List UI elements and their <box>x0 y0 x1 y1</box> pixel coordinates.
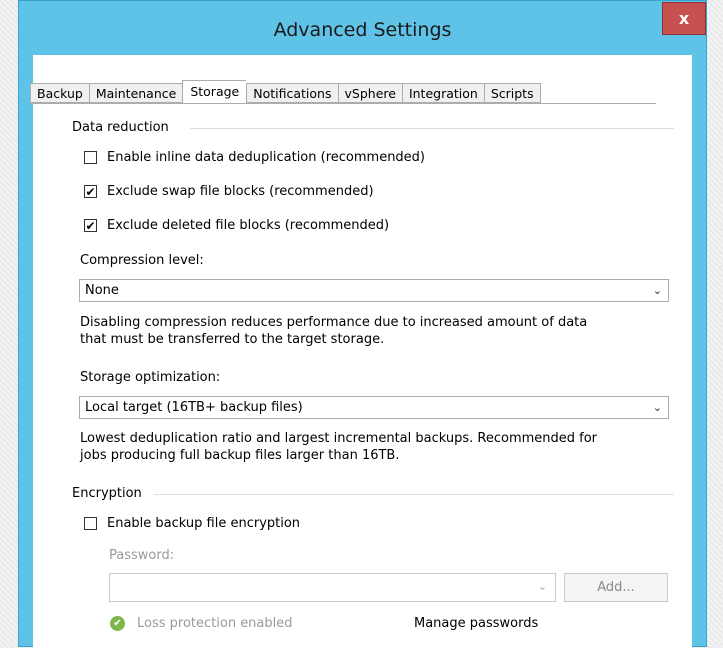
close-icon: x <box>678 9 690 28</box>
checkmark-icon: ✔ <box>85 184 96 199</box>
storage-optimization-description-line1: Lowest deduplication ratio and largest i… <box>80 431 598 446</box>
tab-vsphere[interactable]: vSphere <box>337 83 402 103</box>
tab-strip: Backup Maintenance Storage Notifications… <box>30 80 541 104</box>
desktop-background-right <box>707 0 723 647</box>
password-label: Password: <box>109 548 175 563</box>
desktop-background-left <box>0 0 18 647</box>
encryption-group-label: Encryption <box>72 486 148 501</box>
compression-level-value: None <box>85 283 119 298</box>
window-title: Advanced Settings <box>273 19 452 41</box>
tab-backup[interactable]: Backup <box>30 83 89 103</box>
exclude-swap-checkbox[interactable]: ✔ <box>84 185 97 198</box>
exclude-deleted-checkbox[interactable]: ✔ <box>84 219 97 232</box>
title-bar[interactable]: Advanced Settings x <box>19 1 706 55</box>
storage-optimization-description-line2: jobs producing full backup files larger … <box>80 448 400 463</box>
enable-encryption-checkbox[interactable] <box>84 517 97 530</box>
chevron-down-icon: ⌄ <box>537 580 547 593</box>
storage-optimization-label: Storage optimization: <box>80 370 221 385</box>
manage-passwords-link[interactable]: Manage passwords <box>414 616 538 631</box>
chevron-down-icon: ⌄ <box>652 401 662 414</box>
inline-dedup-label: Enable inline data deduplication (recomm… <box>107 150 426 165</box>
storage-optimization-description: Lowest deduplication ratio and largest i… <box>80 430 597 464</box>
tab-scripts[interactable]: Scripts <box>483 83 541 103</box>
compression-level-dropdown[interactable]: None ⌄ <box>79 279 669 302</box>
compression-level-label: Compression level: <box>80 253 204 268</box>
tab-notifications[interactable]: Notifications <box>246 83 338 103</box>
loss-protection-status: Loss protection enabled <box>137 616 293 631</box>
tab-maintenance[interactable]: Maintenance <box>88 83 183 103</box>
compression-description-line1: Disabling compression reduces performanc… <box>80 315 588 330</box>
exclude-deleted-option[interactable]: ✔ Exclude deleted file blocks (recommend… <box>84 218 389 233</box>
chevron-down-icon: ⌄ <box>652 284 662 297</box>
check-circle-icon: ✔ <box>110 616 125 631</box>
data-reduction-group-label: Data reduction <box>72 120 175 135</box>
add-password-button[interactable]: Add... <box>564 573 668 602</box>
data-reduction-divider <box>190 128 674 129</box>
storage-optimization-value: Local target (16TB+ backup files) <box>85 400 303 415</box>
storage-optimization-dropdown[interactable]: Local target (16TB+ backup files) ⌄ <box>79 396 669 419</box>
tab-integration[interactable]: Integration <box>401 83 484 103</box>
exclude-deleted-label: Exclude deleted file blocks (recommended… <box>107 218 390 233</box>
compression-description: Disabling compression reduces performanc… <box>80 314 587 348</box>
checkmark-icon: ✔ <box>85 218 96 233</box>
close-button[interactable]: x <box>662 2 706 35</box>
inline-dedup-option[interactable]: Enable inline data deduplication (recomm… <box>84 150 425 165</box>
tab-storage[interactable]: Storage <box>182 80 247 104</box>
tab-panel-border <box>30 103 656 104</box>
password-dropdown[interactable]: ⌄ <box>109 573 556 602</box>
compression-description-line2: that must be transferred to the target s… <box>80 332 385 347</box>
exclude-swap-option[interactable]: ✔ Exclude swap file blocks (recommended) <box>84 184 374 199</box>
enable-encryption-option[interactable]: Enable backup file encryption <box>84 516 300 531</box>
encryption-divider <box>154 494 674 495</box>
enable-encryption-label: Enable backup file encryption <box>107 516 301 531</box>
exclude-swap-label: Exclude swap file blocks (recommended) <box>107 184 374 199</box>
inline-dedup-checkbox[interactable] <box>84 151 97 164</box>
